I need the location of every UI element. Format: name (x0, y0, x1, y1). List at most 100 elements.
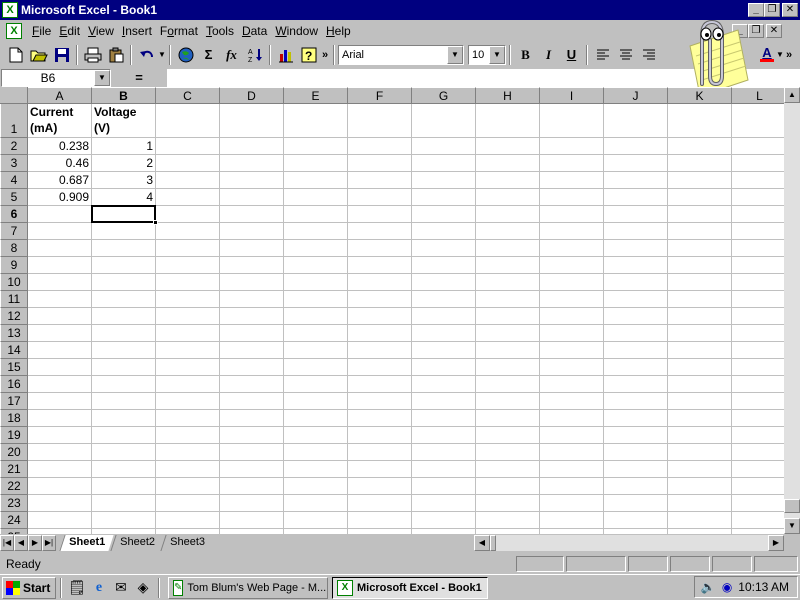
outlook-express-icon[interactable]: ✉ (110, 577, 132, 599)
row-header-7[interactable]: 7 (0, 223, 28, 240)
sheet-tab-sheet3[interactable]: Sheet3 (160, 535, 214, 551)
sort-ascending-icon[interactable]: AZ (243, 44, 266, 66)
cell-b2[interactable]: 1 (92, 138, 155, 154)
cell-a3[interactable]: 0.46 (28, 155, 91, 171)
cell-b5[interactable]: 4 (92, 189, 155, 205)
scroll-left-icon[interactable]: ◀ (474, 535, 490, 551)
close-button[interactable]: ✕ (782, 3, 798, 17)
row-header-20[interactable]: 20 (0, 444, 28, 461)
row-header-11[interactable]: 11 (0, 291, 28, 308)
align-left-icon[interactable] (591, 44, 614, 66)
menu-help[interactable]: Help (322, 22, 355, 40)
workbook-icon[interactable]: X (6, 22, 22, 39)
italic-button[interactable]: I (537, 44, 560, 66)
sheet-tab-sheet2[interactable]: Sheet2 (110, 535, 164, 551)
formula-equals-icon[interactable]: = (111, 70, 167, 85)
bold-button[interactable]: B (514, 44, 537, 66)
row-header-17[interactable]: 17 (0, 393, 28, 410)
undo-dropdown-icon[interactable]: ▼ (158, 50, 166, 59)
scroll-up-icon[interactable]: ▲ (784, 87, 800, 103)
scroll-down-icon[interactable]: ▼ (784, 518, 800, 534)
row-header-2[interactable]: 2 (0, 138, 28, 155)
active-cell-b6[interactable] (91, 205, 158, 225)
row-header-6[interactable]: 6 (0, 206, 28, 223)
row-header-1[interactable]: 1 (0, 104, 28, 138)
vertical-scrollbar[interactable]: ▲ ▼ (784, 87, 800, 534)
new-icon[interactable] (4, 44, 27, 66)
column-header-l[interactable]: L (732, 87, 784, 104)
cell-b3[interactable]: 2 (92, 155, 155, 171)
cell-a2[interactable]: 0.238 (28, 138, 91, 154)
menu-insert[interactable]: Insert (118, 22, 156, 40)
row-header-24[interactable]: 24 (0, 512, 28, 529)
cell-b4[interactable]: 3 (92, 172, 155, 188)
print-icon[interactable] (81, 44, 104, 66)
paste-function-icon[interactable]: fx (220, 44, 243, 66)
name-box-dropdown-icon[interactable]: ▼ (94, 69, 110, 86)
column-header-f[interactable]: F (348, 87, 412, 104)
sheet-tab-sheet1[interactable]: Sheet1 (59, 535, 114, 551)
row-header-8[interactable]: 8 (0, 240, 28, 257)
cell-a1[interactable]: Current (mA) (28, 104, 91, 137)
clock[interactable]: 10:13 AM (738, 580, 789, 594)
column-header-e[interactable]: E (284, 87, 348, 104)
cell-b1[interactable]: Voltage (V) (92, 104, 155, 137)
row-header-21[interactable]: 21 (0, 461, 28, 478)
row-header-16[interactable]: 16 (0, 376, 28, 393)
row-header-9[interactable]: 9 (0, 257, 28, 274)
row-header-14[interactable]: 14 (0, 342, 28, 359)
network-icon[interactable]: ◉ (722, 580, 732, 594)
last-sheet-icon[interactable]: ▶| (42, 535, 56, 551)
select-all-corner[interactable] (0, 87, 28, 104)
menu-file[interactable]: File (28, 22, 55, 40)
next-sheet-icon[interactable]: ▶ (28, 535, 42, 551)
row-header-10[interactable]: 10 (0, 274, 28, 291)
font-name-select[interactable]: Arial ▼ (338, 44, 464, 65)
horizontal-scrollbar[interactable]: ◀ ▶ (474, 535, 784, 551)
column-header-k[interactable]: K (668, 87, 732, 104)
taskbar-task-1[interactable]: X Microsoft Excel - Book1 (332, 576, 488, 599)
row-header-19[interactable]: 19 (0, 427, 28, 444)
row-header-3[interactable]: 3 (0, 155, 28, 172)
web-globe-icon[interactable] (174, 44, 197, 66)
column-header-d[interactable]: D (220, 87, 284, 104)
row-header-15[interactable]: 15 (0, 359, 28, 376)
paste-icon[interactable] (104, 44, 127, 66)
autosum-icon[interactable]: Σ (197, 44, 220, 66)
column-header-a[interactable]: A (28, 87, 92, 104)
toolbar-more-icon[interactable]: » (320, 49, 330, 61)
align-right-icon[interactable] (637, 44, 660, 66)
first-sheet-icon[interactable]: |◀ (0, 535, 14, 551)
underline-button[interactable]: U (560, 44, 583, 66)
open-icon[interactable] (27, 44, 50, 66)
vertical-scroll-thumb[interactable] (784, 499, 800, 513)
menu-tools[interactable]: Tools (202, 22, 238, 40)
save-icon[interactable] (50, 44, 73, 66)
scroll-right-icon[interactable]: ▶ (768, 535, 784, 551)
internet-explorer-icon[interactable]: e (88, 577, 110, 599)
column-header-c[interactable]: C (156, 87, 220, 104)
show-desktop-icon[interactable]: 🗒 (66, 577, 88, 599)
column-header-j[interactable]: J (604, 87, 668, 104)
menu-data[interactable]: Data (238, 22, 271, 40)
prev-sheet-icon[interactable]: ◀ (14, 535, 28, 551)
workbook-close-button[interactable]: ✕ (766, 23, 782, 38)
row-header-13[interactable]: 13 (0, 325, 28, 342)
font-size-dropdown-icon[interactable]: ▼ (489, 45, 505, 64)
row-header-12[interactable]: 12 (0, 308, 28, 325)
channels-icon[interactable]: ◈ (132, 577, 154, 599)
row-header-22[interactable]: 22 (0, 478, 28, 495)
font-color-dropdown-icon[interactable]: ▼ (776, 50, 784, 59)
menu-view[interactable]: View (84, 22, 118, 40)
horizontal-scroll-thumb[interactable] (490, 535, 496, 551)
column-header-i[interactable]: I (540, 87, 604, 104)
worksheet-grid[interactable]: A B C D E F G H I J K L 1 2 3 4 5 6 7 8 9 10 11 12 13 14 15 16 17 18 1… (0, 87, 784, 534)
cell-a4[interactable]: 0.687 (28, 172, 91, 188)
row-header-18[interactable]: 18 (0, 410, 28, 427)
toolbar-more-right-icon[interactable]: » (784, 49, 794, 61)
chart-wizard-icon[interactable] (274, 44, 297, 66)
start-button[interactable]: Start (2, 576, 56, 599)
font-size-select[interactable]: 10 ▼ (468, 44, 506, 65)
volume-icon[interactable]: 🔈 (701, 580, 716, 594)
restore-button[interactable]: ❐ (764, 3, 780, 17)
